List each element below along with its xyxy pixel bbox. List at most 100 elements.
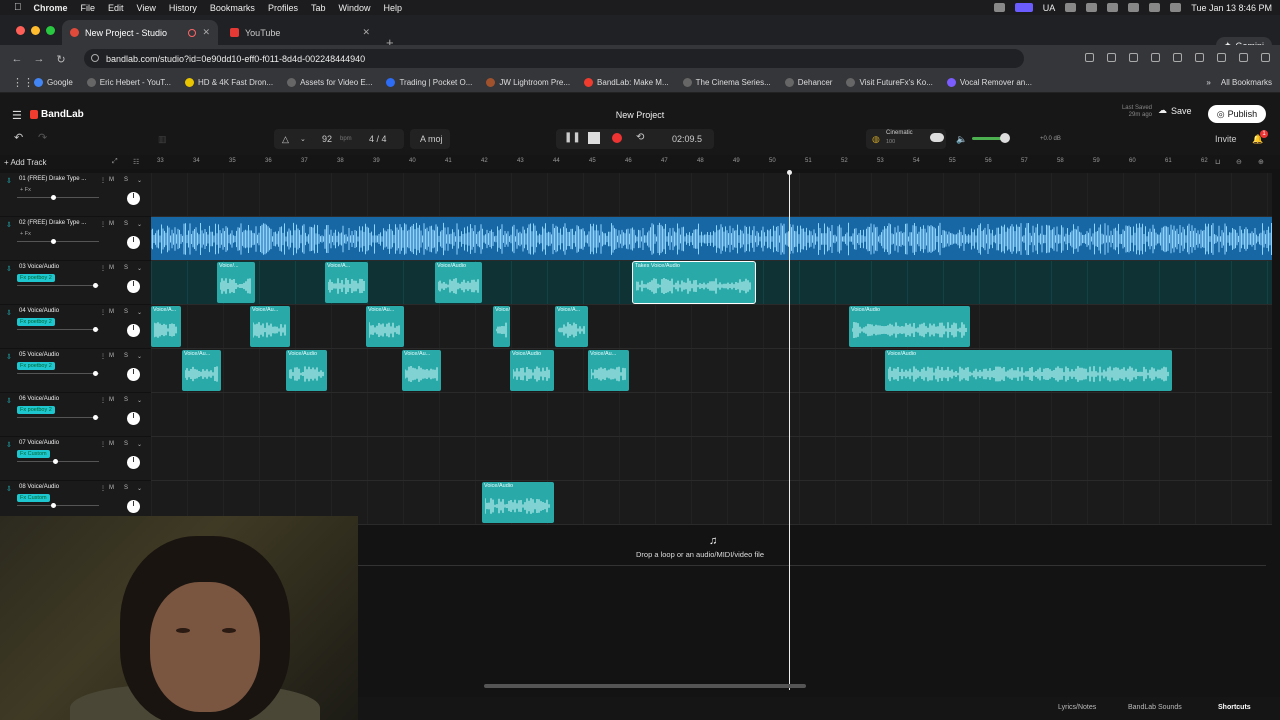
chevron-down-icon[interactable]: ⌄ — [137, 397, 142, 404]
time-signature[interactable]: 4 / 4 — [369, 134, 387, 144]
shortcuts-button[interactable]: Shortcuts — [1218, 704, 1251, 711]
undo-icon[interactable]: ↶ — [14, 131, 23, 144]
track-volume-slider[interactable] — [17, 327, 99, 332]
track-lane[interactable]: Voice/... Voice/A... Voice/Audio Takes Voic… — [151, 261, 1272, 305]
track-header[interactable]: ⇩ 05 Voice/Audio Fx poetboy 2 ⋮ M S ⌄ — [0, 349, 151, 393]
menu-history[interactable]: History — [169, 3, 197, 13]
playhead[interactable] — [787, 170, 792, 690]
sidepanel-icon[interactable] — [1195, 53, 1204, 62]
track-fx-button[interactable]: + Fx — [17, 230, 34, 238]
volume-handle[interactable] — [93, 283, 98, 288]
track-input-icon[interactable]: ⇩ — [6, 441, 12, 449]
bookmark-item[interactable]: JW Lightroom Pre... — [486, 78, 570, 87]
preset-icon[interactable]: ◍ — [872, 134, 880, 145]
track-pan-knob[interactable] — [127, 280, 140, 293]
track-options-icon[interactable]: ⋮ — [100, 397, 106, 404]
audio-clip[interactable]: Voice/Au... — [182, 350, 221, 391]
close-tab-icon[interactable]: ✕ — [362, 27, 370, 38]
track-input-icon[interactable]: ⇩ — [6, 397, 12, 405]
solo-button[interactable]: S — [124, 265, 128, 271]
audio-clip[interactable]: Voice/A... — [493, 306, 510, 347]
solo-button[interactable]: S — [124, 441, 128, 447]
track-settings-icon[interactable]: ☷ — [133, 158, 139, 166]
mute-button[interactable]: M — [109, 177, 114, 183]
audio-clip[interactable]: Voice/A... — [151, 306, 181, 347]
track-name[interactable]: 08 Voice/Audio — [19, 484, 59, 490]
reading-mode-icon[interactable] — [1085, 53, 1094, 62]
close-tab-icon[interactable]: ✕ — [202, 27, 210, 38]
bookmark-item[interactable]: Vocal Remover an... — [946, 78, 1032, 87]
track-input-icon[interactable]: ⇩ — [6, 353, 12, 361]
audio-clip[interactable]: Voice/Audio — [435, 262, 482, 303]
mute-button[interactable]: M — [109, 485, 114, 491]
solo-button[interactable]: S — [124, 177, 128, 183]
apple-icon[interactable]:  — [14, 2, 22, 13]
track-volume-slider[interactable] — [17, 239, 99, 244]
more-bookmarks-icon[interactable]: » — [1206, 78, 1210, 87]
tab-new-project-studio[interactable]: New Project - Studio ✕ — [62, 20, 218, 45]
bpm-value[interactable]: 92 — [322, 134, 332, 144]
preset-name[interactable]: Cinematic — [886, 130, 913, 136]
mixer-icon[interactable]: ▥ — [158, 134, 167, 145]
stop-icon[interactable] — [588, 132, 600, 144]
project-title[interactable]: New Project — [560, 110, 720, 120]
track-name[interactable]: 05 Voice/Audio — [19, 352, 59, 358]
extensions-icon[interactable] — [1173, 53, 1182, 62]
volume-handle[interactable] — [51, 195, 56, 200]
track-lane[interactable] — [151, 393, 1272, 437]
menu-profiles[interactable]: Profiles — [268, 3, 298, 13]
solo-button[interactable]: S — [124, 353, 128, 359]
chevron-down-icon[interactable]: ⌄ — [137, 265, 142, 272]
volume-handle[interactable] — [93, 327, 98, 332]
chevron-down-icon[interactable]: ⌄ — [300, 135, 306, 143]
redo-icon[interactable]: ↷ — [38, 131, 47, 144]
takes-label[interactable]: Takes — [635, 263, 649, 269]
mute-master-icon[interactable]: 🔈 — [956, 134, 967, 145]
track-fx-button[interactable]: Fx poetboy 2 — [17, 318, 55, 326]
mute-button[interactable]: M — [109, 353, 114, 359]
chevron-down-icon[interactable]: ⌄ — [137, 177, 142, 184]
track-lane[interactable] — [151, 217, 1272, 261]
track-lane[interactable] — [151, 173, 1272, 217]
track-volume-slider[interactable] — [17, 503, 99, 508]
track-options-icon[interactable]: ⋮ — [100, 353, 106, 360]
track-name[interactable]: 01 (FREE) Drake Type ... — [19, 176, 86, 182]
wifi-icon[interactable] — [1128, 3, 1140, 12]
track-pan-knob[interactable] — [127, 192, 140, 205]
chevron-down-icon[interactable]: ⌄ — [137, 353, 142, 360]
chevron-down-icon[interactable]: ⌄ — [137, 309, 142, 316]
audio-clip[interactable]: Voice/Au... — [588, 350, 629, 391]
bookmark-item[interactable]: Google — [34, 78, 73, 87]
invite-button[interactable]: Invite — [1215, 134, 1237, 144]
track-volume-slider[interactable] — [17, 371, 99, 376]
track-pan-knob[interactable] — [127, 324, 140, 337]
track-fx-button[interactable]: Fx poetboy 2 — [17, 406, 55, 414]
audio-clip[interactable]: Voice/Au... — [366, 306, 404, 347]
track-name[interactable]: 02 (FREE) Drake Type ... — [19, 220, 86, 226]
chevron-down-icon[interactable]: ⌄ — [137, 485, 142, 492]
track-input-icon[interactable]: ⇩ — [6, 485, 12, 493]
master-volume-handle[interactable] — [1000, 133, 1010, 143]
track-options-icon[interactable]: ⋮ — [100, 309, 106, 316]
apps-grid-icon[interactable]: ⋮⋮ — [12, 76, 34, 89]
track-pan-knob[interactable] — [127, 368, 140, 381]
track-name[interactable]: 07 Voice/Audio — [19, 440, 59, 446]
volume-handle[interactable] — [93, 415, 98, 420]
track-lane[interactable] — [151, 437, 1272, 481]
downloads-icon[interactable] — [1217, 53, 1226, 62]
solo-button[interactable]: S — [124, 397, 128, 403]
track-options-icon[interactable]: ⋮ — [100, 485, 106, 492]
track-options-icon[interactable]: ⋮ — [100, 177, 106, 184]
track-input-icon[interactable]: ⇩ — [6, 221, 12, 229]
metronome-icon[interactable]: △ — [282, 134, 289, 145]
audio-clip[interactable]: Voice/Audio — [510, 350, 554, 391]
tab-youtube[interactable]: YouTube ✕ — [222, 20, 378, 45]
back-icon[interactable]: ← — [6, 53, 28, 65]
search-icon[interactable] — [1149, 3, 1161, 12]
audio-clip[interactable]: Voice/Audio — [286, 350, 327, 391]
close-window-button[interactable] — [16, 26, 25, 35]
preset-toggle[interactable] — [930, 133, 944, 142]
track-fx-button[interactable]: Fx Custom — [17, 450, 50, 458]
track-lane[interactable]: Voice/Au... Voice/Audio Voice/Au... Voice/A… — [151, 349, 1272, 393]
solo-button[interactable]: S — [124, 485, 128, 491]
